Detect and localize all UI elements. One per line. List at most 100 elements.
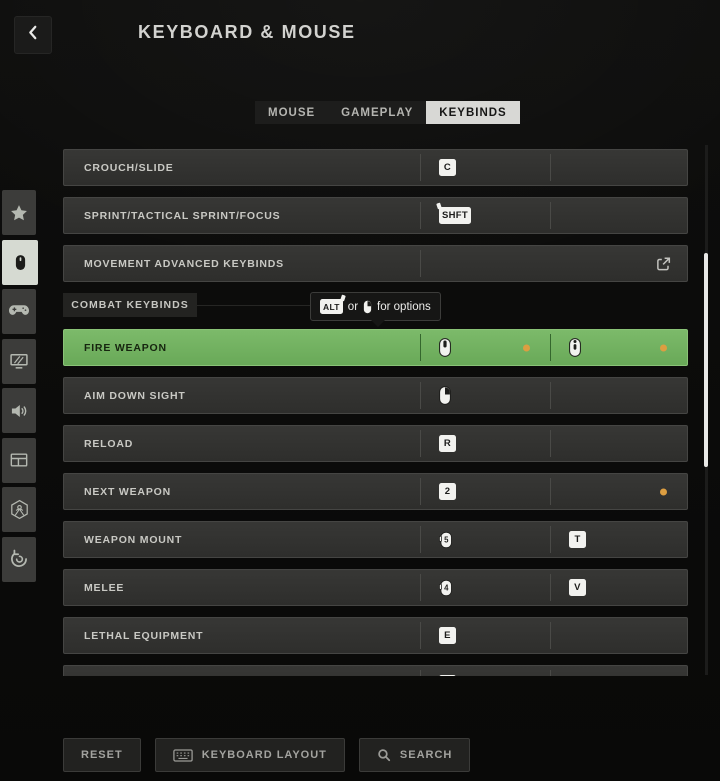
section-header-combat-keybinds: COMBAT KEYBINDS [63, 293, 367, 317]
external-link-icon [656, 256, 671, 271]
key-badge: 2 [439, 483, 456, 500]
tab-mouse[interactable]: MOUSE [255, 101, 328, 124]
key-badge: T [569, 531, 586, 548]
keybind-row-movement-advanced-keybinds[interactable]: MOVEMENT ADVANCED KEYBINDS [63, 245, 688, 282]
button-label: KEYBOARD LAYOUT [201, 749, 327, 761]
tab-keybinds[interactable]: KEYBINDS [426, 101, 520, 124]
keybind-label [64, 666, 420, 676]
mouse-button-5-icon: 5 [439, 531, 452, 549]
keybind-label: AIM DOWN SIGHT [84, 389, 186, 402]
keybind-slot [420, 246, 687, 281]
keybind-label: CROUCH/SLIDE [84, 161, 174, 174]
button-label: SEARCH [399, 749, 453, 761]
keybind-label: RELOAD [84, 437, 134, 450]
tooltip-or-text: or [347, 300, 359, 313]
display-icon [9, 351, 29, 371]
reset-button[interactable]: RESET [63, 738, 141, 772]
mouse-middle-icon [569, 338, 581, 357]
keybind-slot [550, 378, 687, 413]
sidebar-item-display[interactable] [2, 338, 36, 384]
keybind-row-next-weapon[interactable]: NEXT WEAPON 2 [63, 473, 688, 510]
keybind-slot [550, 426, 687, 461]
keybind-slot: T [550, 522, 687, 557]
alt-key-badge: ALT [320, 294, 346, 314]
search-button[interactable]: SEARCH [358, 738, 471, 772]
bind-conflict-dot [523, 344, 530, 351]
keybind-list: CROUCH/SLIDE C SPRINT/TACTICAL SPRINT/FOCU… [63, 149, 688, 676]
keybind-slot: C [420, 150, 550, 185]
keybind-slot [420, 378, 550, 413]
keybind-label: FIRE WEAPON [84, 341, 167, 354]
keybind-label: WEAPON MOUNT [84, 533, 183, 546]
button-label: RESET [81, 749, 123, 761]
mouse-right-icon [363, 299, 372, 314]
sidebar-item-broadcast[interactable] [2, 487, 36, 532]
footer-button-bar: RESET KEYBOARD LAYOUT SEARCH [63, 738, 471, 772]
keybind-row-fire-weapon[interactable]: FIRE WEAPON [63, 329, 688, 366]
back-button[interactable] [14, 16, 52, 54]
keybind-label: NEXT WEAPON [84, 485, 171, 498]
keybind-label: SPRINT/TACTICAL SPRINT/FOCUS [84, 209, 281, 222]
sidebar-item-mouse[interactable] [2, 239, 38, 285]
keyboard-layout-button[interactable]: KEYBOARD LAYOUT [154, 738, 345, 772]
sidebar-item-gamepad[interactable] [2, 289, 36, 334]
keybind-slot [420, 666, 550, 676]
sidebar-item-refresh[interactable] [2, 536, 36, 582]
bind-conflict-dot [660, 488, 667, 495]
gamepad-icon [8, 304, 30, 319]
bind-conflict-dot [660, 344, 667, 351]
page-title: KEYBOARD & MOUSE [138, 22, 356, 42]
keybind-slot [550, 618, 687, 653]
keybind-row-lethal-equipment[interactable]: LETHAL EQUIPMENT E [63, 617, 688, 654]
scrollbar-thumb[interactable] [704, 253, 708, 467]
speaker-icon [9, 401, 29, 421]
keybind-slot: R [420, 426, 550, 461]
refresh-icon [9, 549, 29, 569]
keybind-slot [550, 150, 687, 185]
key-corner-mark [436, 202, 442, 210]
keybind-row-reload[interactable]: RELOAD R [63, 425, 688, 462]
interface-icon [9, 450, 29, 470]
key-badge: E [439, 627, 456, 644]
keybind-slot: E [420, 618, 550, 653]
key-badge [439, 675, 456, 676]
keybind-slot: 4 [420, 570, 550, 605]
key-badge: R [439, 435, 456, 452]
keybind-row-melee[interactable]: MELEE 4 V [63, 569, 688, 606]
keybind-row[interactable] [63, 665, 688, 676]
star-icon [9, 203, 29, 223]
keybind-label: MOVEMENT ADVANCED KEYBINDS [84, 257, 284, 270]
key-badge: V [569, 579, 586, 596]
keybind-slot: V [550, 570, 687, 605]
chevron-left-icon [25, 24, 42, 46]
keybind-slot [550, 330, 687, 365]
keybind-slot: 2 [420, 474, 550, 509]
sidebar-item-interface[interactable] [2, 437, 36, 483]
tab-bar: MOUSE GAMEPLAY KEYBINDS [255, 101, 520, 124]
search-icon [377, 748, 391, 762]
svg-text:4: 4 [444, 583, 449, 592]
key-badge: SHFT [436, 202, 472, 224]
mouse-button-4-icon: 4 [439, 579, 452, 597]
tab-gameplay[interactable]: GAMEPLAY [328, 101, 426, 124]
keybind-label: LETHAL EQUIPMENT [84, 629, 204, 642]
keybind-slot [550, 666, 687, 676]
keybind-label: MELEE [84, 581, 125, 594]
keyboard-icon [172, 748, 193, 762]
key-badge: C [439, 159, 456, 176]
keybind-slot [550, 198, 687, 233]
keybind-row-aim-down-sight[interactable]: AIM DOWN SIGHT [63, 377, 688, 414]
keybind-slot [550, 474, 687, 509]
mouse-right-icon [439, 386, 451, 405]
keybind-row-weapon-mount[interactable]: WEAPON MOUNT 5 T [63, 521, 688, 558]
keybind-slot [420, 330, 550, 365]
key-corner-mark [339, 294, 346, 302]
keybind-row-crouch-slide[interactable]: CROUCH/SLIDE C [63, 149, 688, 186]
options-tooltip: ALT or for options [310, 292, 441, 327]
keybind-row-sprint-tactical-sprint-focus[interactable]: SPRINT/TACTICAL SPRINT/FOCUS SHFT [63, 197, 688, 234]
sidebar-item-speaker[interactable] [2, 388, 36, 433]
sidebar-item-star[interactable] [2, 190, 36, 235]
keybind-slot: 5 [420, 522, 550, 557]
mouse-left-icon [439, 338, 451, 357]
broadcast-icon [9, 499, 30, 520]
